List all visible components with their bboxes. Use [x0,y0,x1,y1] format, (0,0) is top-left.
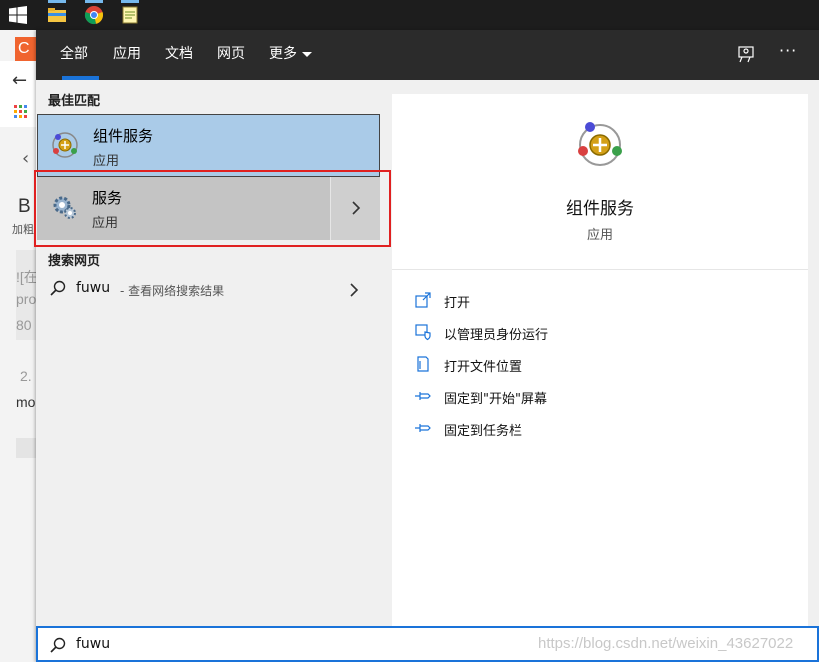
apps-grid-icon[interactable] [14,105,28,119]
action-pin-to-start[interactable]: 固定到"开始"屏幕 [414,385,794,407]
background-badge: C [15,37,36,61]
web-search-suffix: - 查看网络搜索结果 [120,284,225,298]
action-open[interactable]: 打开 [414,289,794,311]
action-pin-to-taskbar[interactable]: 固定到任务栏 [414,417,794,439]
search-icon [50,637,66,653]
component-services-icon [52,132,78,158]
action-label: 打开文件位置 [444,360,523,375]
tab-more[interactable]: 更多 [269,44,312,64]
notepad-icon[interactable] [120,5,140,25]
web-search-result[interactable]: fuwu - 查看网络搜索结果 [36,270,380,310]
start-search-panel: 全部 应用 文档 网页 更多 ··· 最佳匹配 组件服务 应用 服务 应用 搜索… [36,30,819,662]
pin-icon [415,392,431,400]
result-type: 应用 [93,154,120,169]
results-list: 最佳匹配 组件服务 应用 服务 应用 搜索网页 fuwu - 查看网络搜索结果 [36,80,380,626]
file-location-icon [417,356,429,372]
chevron-down-icon [302,51,312,57]
tab-documents[interactable]: 文档 [165,44,193,64]
taskbar-running-indicator [121,0,139,3]
background-text-line: 80 [16,317,32,333]
preview-app-name: 组件服务 [566,199,634,219]
web-search-heading: 搜索网页 [48,254,101,269]
divider [392,269,808,270]
tab-more-label: 更多 [269,46,297,62]
taskbar-running-indicator [48,0,66,3]
back-arrow-icon[interactable]: ← [12,70,27,91]
action-label: 以管理员身份运行 [444,328,549,343]
background-text-line: 2. [20,368,32,384]
watermark: https://blog.csdn.net/weixin_43627022 [538,635,794,652]
background-block [16,438,36,458]
action-run-as-admin[interactable]: 以管理员身份运行 [414,321,794,343]
highlight-annotation-box [34,170,391,247]
more-options-button[interactable]: ··· [779,41,797,60]
result-name: 组件服务 [93,127,154,145]
preview-app-type: 应用 [586,228,613,243]
preview-pane: 组件服务 应用 打开 以管理员身份运行 打开文件位置 固定到"开始"屏幕 固定到… [392,94,808,626]
background-text-line: ![在 [16,269,36,285]
component-services-icon [578,122,622,166]
tab-all[interactable]: 全部 [60,44,88,64]
background-text-line: pro [16,291,36,307]
action-label: 打开 [444,296,471,311]
shield-run-icon [415,324,431,341]
action-label: 固定到"开始"屏幕 [444,392,547,407]
action-label: 固定到任务栏 [444,424,523,439]
best-match-heading: 最佳匹配 [48,94,101,109]
background-text-line: mo [16,394,36,410]
windows-start-icon[interactable] [8,5,28,25]
pin-icon [415,424,431,432]
web-search-query: fuwu [76,280,111,296]
search-icon [50,280,66,296]
taskbar-running-indicator [85,0,103,3]
open-icon [415,292,431,308]
background-page: C ← ‹ B 加粗 ![在 pro 80 2. mo [0,30,36,662]
chevron-right-icon [350,283,359,297]
bold-caption: 加粗 [12,223,34,236]
filter-tab-bar: 全部 应用 文档 网页 更多 ··· [36,30,819,80]
collapse-chevron-icon[interactable]: ‹ [22,148,29,169]
feedback-icon[interactable] [736,44,756,64]
result-component-services[interactable]: 组件服务 应用 [37,114,380,177]
tab-apps[interactable]: 应用 [113,44,141,64]
search-box[interactable]: fuwu https://blog.csdn.net/weixin_436270… [36,626,819,662]
file-explorer-icon[interactable] [47,5,67,25]
taskbar [0,0,819,30]
action-open-file-location[interactable]: 打开文件位置 [414,353,794,375]
chrome-icon[interactable] [84,5,104,25]
search-input[interactable]: fuwu [76,636,110,652]
tab-web[interactable]: 网页 [217,44,245,64]
bold-button[interactable]: B [18,196,31,218]
